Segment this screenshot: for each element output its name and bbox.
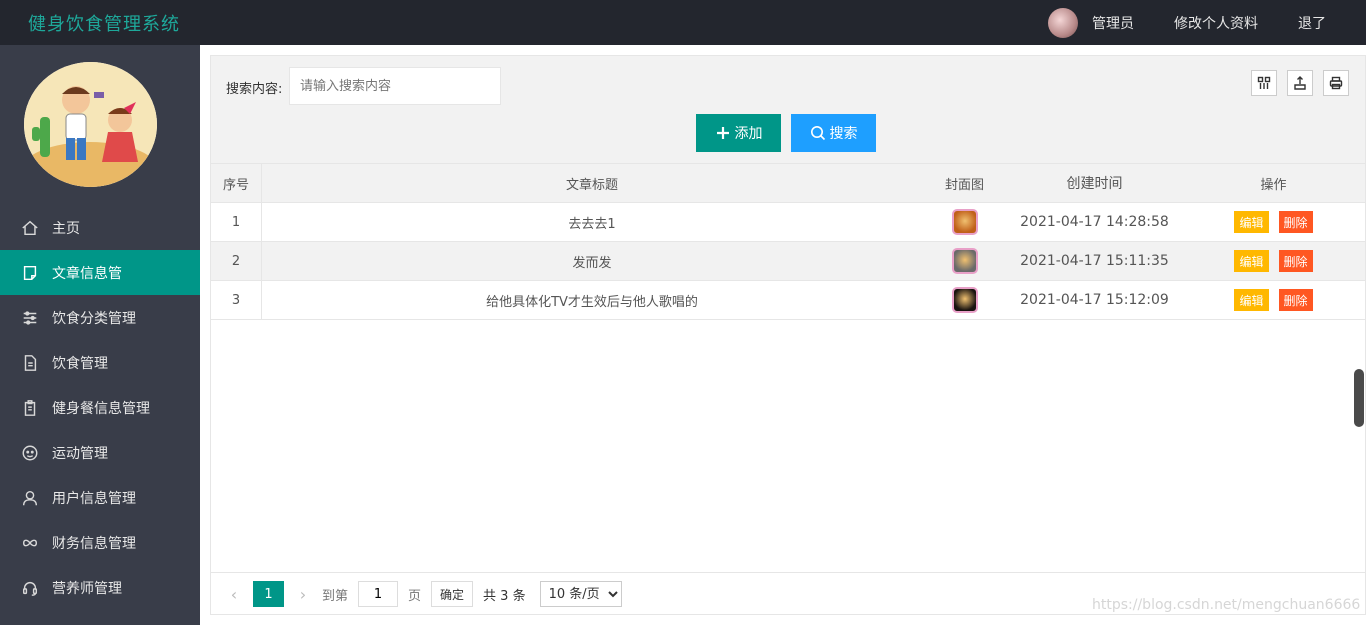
print-icon[interactable] xyxy=(1323,70,1349,96)
row-created-time: 2021-04-17 14:28:58 xyxy=(1020,214,1169,230)
row-title: 给他具体化TV才生效后与他人歌唱的 xyxy=(486,294,698,310)
sidebar-item-articles[interactable]: 文章信息管 xyxy=(0,250,200,295)
search-button-label: 搜索 xyxy=(829,125,858,141)
sidebar-item-label: 饮食管理 xyxy=(52,355,108,372)
watermark: https://blog.csdn.net/mengchuan6666 xyxy=(1092,597,1361,613)
home-icon xyxy=(20,218,40,238)
cover-thumbnail[interactable] xyxy=(951,248,978,274)
user-name-link[interactable]: 管理员 xyxy=(1092,13,1134,33)
add-button-label: 添加 xyxy=(734,125,763,141)
cover-thumbnail[interactable] xyxy=(951,287,978,313)
edit-button[interactable]: 编辑 xyxy=(1234,289,1269,311)
scrollbar-thumb[interactable] xyxy=(1354,369,1364,427)
header-actions: 操作 xyxy=(1260,177,1287,193)
row-created-time: 2021-04-17 15:12:09 xyxy=(1020,292,1169,308)
delete-button[interactable]: 删除 xyxy=(1278,250,1313,272)
search-toolbar: 搜索内容: 添加 搜索 xyxy=(211,56,1365,163)
cartoon-kids-image xyxy=(24,62,157,187)
articles-table: 序号 文章标题 封面图 创建时间 操作 1 去去去1 2021-04-17 14… xyxy=(211,163,1365,320)
row-actions: 编辑 删除 xyxy=(1182,242,1365,280)
prev-page-icon[interactable]: ‹ xyxy=(221,585,247,604)
table-row[interactable]: 3 给他具体化TV才生效后与他人歌唱的 2021-04-17 15:12:09 … xyxy=(211,281,1365,320)
plus-icon xyxy=(716,127,729,139)
header-index: 序号 xyxy=(211,164,262,202)
page-1-button[interactable]: 1 xyxy=(253,581,284,607)
total-count: 共 3 条 xyxy=(483,588,526,604)
sidebar-item-label: 主页 xyxy=(52,220,80,237)
edit-button[interactable]: 编辑 xyxy=(1234,211,1269,233)
table-header-row: 序号 文章标题 封面图 创建时间 操作 xyxy=(211,163,1365,203)
table-row[interactable]: 1 去去去1 2021-04-17 14:28:58 编辑 删除 xyxy=(211,203,1365,242)
headset-icon xyxy=(20,578,40,598)
delete-button[interactable]: 删除 xyxy=(1278,289,1313,311)
sidebar-item-fitness-meals[interactable]: 健身餐信息管理 xyxy=(0,385,200,430)
sliders-icon xyxy=(20,308,40,328)
clipboard-icon xyxy=(20,398,40,418)
document-icon xyxy=(20,353,40,373)
user-icon xyxy=(20,488,40,508)
sidebar-item-food[interactable]: 饮食管理 xyxy=(0,340,200,385)
sidebar-item-label: 营养师管理 xyxy=(52,580,122,597)
table-row[interactable]: 2 发而发 2021-04-17 15:11:35 编辑 删除 xyxy=(211,242,1365,281)
search-button[interactable]: 搜索 xyxy=(791,114,876,152)
row-index: 3 xyxy=(211,281,262,319)
sidebar-item-label: 运动管理 xyxy=(52,445,108,462)
next-page-icon[interactable]: › xyxy=(290,585,316,604)
sidebar-item-exercise[interactable]: 运动管理 xyxy=(0,430,200,475)
profile-avatar xyxy=(24,62,157,187)
logout-link[interactable]: 退了 xyxy=(1298,13,1326,33)
sidebar-item-nutritionists[interactable]: 营养师管理 xyxy=(0,565,200,610)
app-title: 健身饮食管理系统 xyxy=(28,14,180,35)
row-index: 2 xyxy=(211,242,262,280)
row-cover xyxy=(922,203,1007,241)
row-title: 发而发 xyxy=(572,255,612,271)
sidebar-item-home[interactable]: 主页 xyxy=(0,205,200,250)
sidebar-item-label: 饮食分类管理 xyxy=(52,310,136,327)
goto-label: 到第 xyxy=(322,588,349,604)
add-button[interactable]: 添加 xyxy=(696,114,781,152)
sidebar-item-label: 健身餐信息管理 xyxy=(52,400,150,417)
search-icon xyxy=(810,126,825,141)
header-title[interactable]: 文章标题 xyxy=(262,164,922,202)
topbar-right: 管理员 修改个人资料 退了 xyxy=(1048,0,1366,45)
top-bar: 健身饮食管理系统 管理员 修改个人资料 退了 xyxy=(0,0,1366,45)
delete-button[interactable]: 删除 xyxy=(1278,211,1313,233)
table-tools xyxy=(1241,70,1349,96)
sidebar-nav: 主页 文章信息管 饮食分类管理 饮食管理 健身餐信息管理 运动管理 用户信息管理 xyxy=(0,205,200,610)
goto-confirm-button[interactable]: 确定 xyxy=(431,581,474,607)
page-size-select[interactable]: 10 条/页 xyxy=(539,581,622,607)
sidebar-item-food-categories[interactable]: 饮食分类管理 xyxy=(0,295,200,340)
sidebar-item-label: 用户信息管理 xyxy=(52,490,136,507)
row-actions: 编辑 删除 xyxy=(1182,281,1365,319)
cover-thumbnail[interactable] xyxy=(951,209,978,235)
user-avatar[interactable] xyxy=(1048,7,1078,38)
sidebar-item-label: 财务信息管理 xyxy=(52,535,136,552)
edit-profile-link[interactable]: 修改个人资料 xyxy=(1174,13,1258,33)
page-unit-label: 页 xyxy=(408,588,422,604)
main-panel: 搜索内容: 添加 搜索 序号 文章标题 封面图 创建时间 操作 1 去去去1 2 xyxy=(210,55,1366,615)
edit-button[interactable]: 编辑 xyxy=(1234,250,1269,272)
row-cover xyxy=(922,281,1007,319)
row-title: 去去去1 xyxy=(568,216,616,232)
search-input[interactable] xyxy=(289,67,501,105)
infinity-icon xyxy=(20,533,40,553)
row-index: 1 xyxy=(211,203,262,241)
export-icon[interactable] xyxy=(1287,70,1313,96)
sidebar-item-finance[interactable]: 财务信息管理 xyxy=(0,520,200,565)
article-icon xyxy=(20,263,40,283)
search-label: 搜索内容: xyxy=(226,82,283,97)
header-created-time[interactable]: 创建时间 xyxy=(1007,164,1182,202)
face-icon xyxy=(20,443,40,463)
header-cover: 封面图 xyxy=(944,177,984,193)
goto-page-input[interactable] xyxy=(358,581,399,607)
row-cover xyxy=(922,242,1007,280)
columns-icon[interactable] xyxy=(1251,70,1277,96)
sidebar-item-users[interactable]: 用户信息管理 xyxy=(0,475,200,520)
row-actions: 编辑 删除 xyxy=(1182,203,1365,241)
row-created-time: 2021-04-17 15:11:35 xyxy=(1020,253,1169,269)
sidebar-item-label: 文章信息管 xyxy=(52,265,122,282)
sidebar: 主页 文章信息管 饮食分类管理 饮食管理 健身餐信息管理 运动管理 用户信息管理 xyxy=(0,45,200,625)
